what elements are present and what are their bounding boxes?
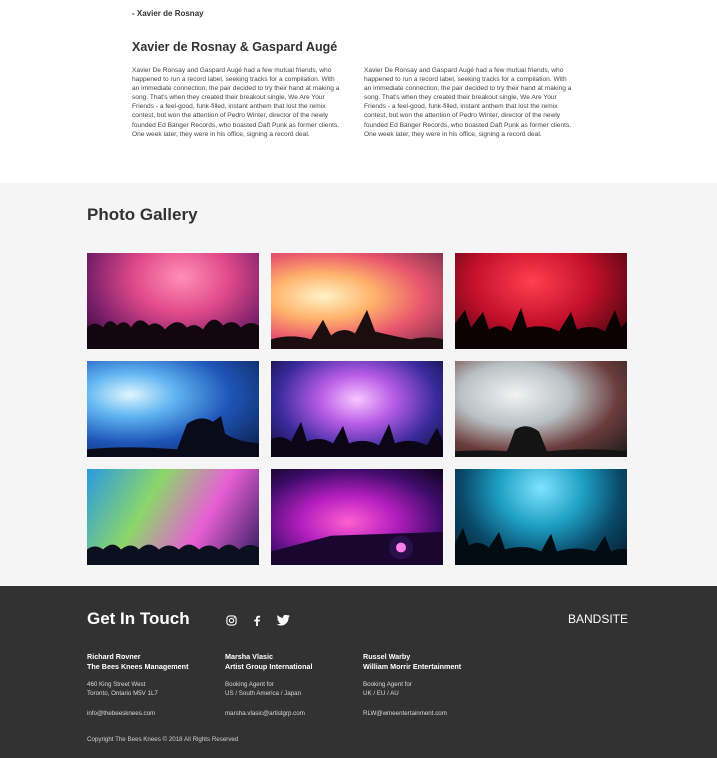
contact-card: Russel Warby William Morrir Entertainmen… bbox=[363, 652, 503, 717]
crowd-silhouette bbox=[455, 307, 627, 349]
crowd-silhouette bbox=[87, 544, 259, 565]
crowd-silhouette bbox=[271, 421, 443, 457]
about-paragraph-left: Xavier De Ronsay and Gaspard Augé had a … bbox=[132, 67, 340, 138]
gallery-photo-9[interactable] bbox=[455, 469, 627, 565]
dj-mixer-shape bbox=[271, 531, 443, 565]
contact-email[interactable]: RLW@wmeentertainment.com bbox=[363, 710, 503, 717]
facebook-icon[interactable] bbox=[250, 613, 264, 627]
contact-name: Russel Warby bbox=[363, 652, 411, 661]
gallery-photo-7[interactable] bbox=[87, 469, 259, 565]
copyright-text: Copyright The Bees Knees © 2018 All Righ… bbox=[87, 736, 239, 743]
gallery-photo-3[interactable] bbox=[455, 253, 627, 349]
about-paragraph-right: Xavier De Ronsay and Gaspard Augé had a … bbox=[364, 67, 572, 138]
about-title: Xavier de Rosnay & Gaspard Augé bbox=[132, 40, 338, 54]
crowd-silhouette bbox=[455, 527, 627, 565]
gallery-title: Photo Gallery bbox=[87, 205, 198, 224]
photo-gallery-section: Photo Gallery bbox=[0, 183, 717, 586]
brand-logo[interactable]: BANDSITE bbox=[568, 612, 628, 626]
gallery-photo-8[interactable] bbox=[271, 469, 443, 565]
contact-line-1: 460 King Street West bbox=[87, 681, 146, 688]
contact-line-1: Booking Agent for bbox=[363, 681, 412, 688]
contact-line-2: Toronto, Ontario M5V 1L7 bbox=[87, 690, 158, 697]
footer: Get In Touch BANDSITE Richard Rovner The… bbox=[0, 586, 717, 758]
contact-agency: Artist Group International bbox=[225, 662, 313, 671]
crowd-silhouette bbox=[87, 319, 259, 349]
contact-email[interactable]: info@thebeesknees.com bbox=[87, 710, 227, 717]
gallery-photo-4[interactable] bbox=[87, 361, 259, 457]
contact-line-2: US / South America / Japan bbox=[225, 690, 302, 697]
contact-line-1: Booking Agent for bbox=[225, 681, 274, 688]
twitter-icon[interactable] bbox=[276, 613, 290, 627]
contact-agency: The Bees Knees Management bbox=[87, 662, 189, 671]
crowd-silhouette bbox=[87, 415, 259, 457]
instagram-icon[interactable] bbox=[224, 613, 238, 627]
contact-name: Richard Rovner bbox=[87, 652, 141, 661]
crowd-silhouette bbox=[271, 309, 443, 349]
contact-agency: William Morrir Entertainment bbox=[363, 662, 462, 671]
gallery-photo-5[interactable] bbox=[271, 361, 443, 457]
about-section: - Xavier de Rosnay Xavier de Rosnay & Ga… bbox=[0, 0, 717, 183]
contact-email[interactable]: marsha.vlasic@artistgrp.com bbox=[225, 710, 365, 717]
crowd-silhouette bbox=[455, 426, 627, 457]
gallery-photo-2[interactable] bbox=[271, 253, 443, 349]
contact-line-2: UK / EU / AU bbox=[363, 690, 399, 697]
social-links bbox=[224, 613, 290, 627]
contact-card: Marsha Vlasic Artist Group International… bbox=[225, 652, 365, 717]
quote-author: - Xavier de Rosnay bbox=[132, 9, 204, 18]
contact-name: Marsha Vlasic bbox=[225, 652, 273, 661]
gallery-photo-6[interactable] bbox=[455, 361, 627, 457]
get-in-touch-title: Get In Touch bbox=[87, 609, 190, 628]
contact-card: Richard Rovner The Bees Knees Management… bbox=[87, 652, 227, 717]
gallery-photo-1[interactable] bbox=[87, 253, 259, 349]
